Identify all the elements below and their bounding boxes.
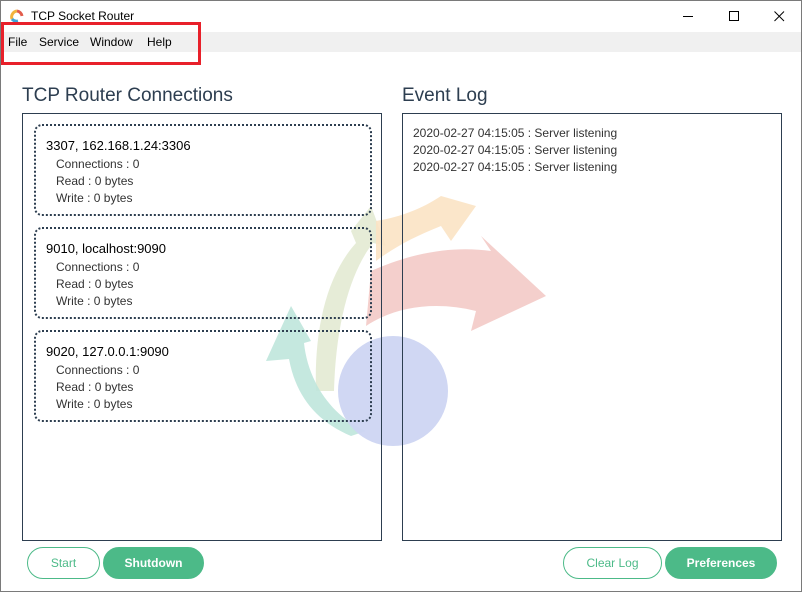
connection-count: Connections : 0 <box>56 363 140 377</box>
menu-bar: File Service Window Help <box>1 32 801 52</box>
connection-write: Write : 0 bytes <box>56 397 133 411</box>
menu-help[interactable]: Help <box>147 35 172 49</box>
connection-read: Read : 0 bytes <box>56 380 134 394</box>
event-log-panel[interactable]: 2020-02-27 04:15:05 : Server listening 2… <box>402 113 782 541</box>
start-button[interactable]: Start <box>27 547 100 579</box>
minimize-button[interactable] <box>665 1 711 31</box>
app-logo-icon <box>10 9 24 23</box>
connection-card[interactable]: 3307, 162.168.1.24:3306 Connections : 0 … <box>34 124 372 216</box>
menu-file[interactable]: File <box>8 35 27 49</box>
connections-heading: TCP Router Connections <box>22 85 233 106</box>
close-icon <box>773 10 784 21</box>
log-entry: 2020-02-27 04:15:05 : Server listening <box>413 143 618 157</box>
connection-count: Connections : 0 <box>56 260 140 274</box>
connection-card[interactable]: 9020, 127.0.0.1:9090 Connections : 0 Rea… <box>34 330 372 422</box>
connection-read: Read : 0 bytes <box>56 174 134 188</box>
connection-write: Write : 0 bytes <box>56 191 133 205</box>
connection-title: 3307, 162.168.1.24:3306 <box>46 138 191 153</box>
menu-window[interactable]: Window <box>90 35 133 49</box>
connection-title: 9020, 127.0.0.1:9090 <box>46 344 169 359</box>
maximize-icon <box>728 10 739 21</box>
shutdown-button[interactable]: Shutdown <box>103 547 204 579</box>
connection-title: 9010, localhost:9090 <box>46 241 166 256</box>
event-log-heading: Event Log <box>402 85 488 106</box>
log-entry: 2020-02-27 04:15:05 : Server listening <box>413 160 618 174</box>
connection-write: Write : 0 bytes <box>56 294 133 308</box>
minimize-icon <box>682 15 693 17</box>
window-title: TCP Socket Router <box>31 9 135 23</box>
connection-read: Read : 0 bytes <box>56 277 134 291</box>
log-entry: 2020-02-27 04:15:05 : Server listening <box>413 126 618 140</box>
connection-count: Connections : 0 <box>56 157 140 171</box>
title-bar[interactable]: TCP Socket Router <box>1 1 801 31</box>
preferences-button[interactable]: Preferences <box>665 547 777 579</box>
connections-panel: 3307, 162.168.1.24:3306 Connections : 0 … <box>22 113 382 541</box>
menu-service[interactable]: Service <box>39 35 79 49</box>
close-button[interactable] <box>756 1 802 31</box>
connection-card[interactable]: 9010, localhost:9090 Connections : 0 Rea… <box>34 227 372 319</box>
maximize-button[interactable] <box>711 1 757 31</box>
app-window: TCP Socket Router File Service Window He… <box>0 0 802 592</box>
clear-log-button[interactable]: Clear Log <box>563 547 662 579</box>
